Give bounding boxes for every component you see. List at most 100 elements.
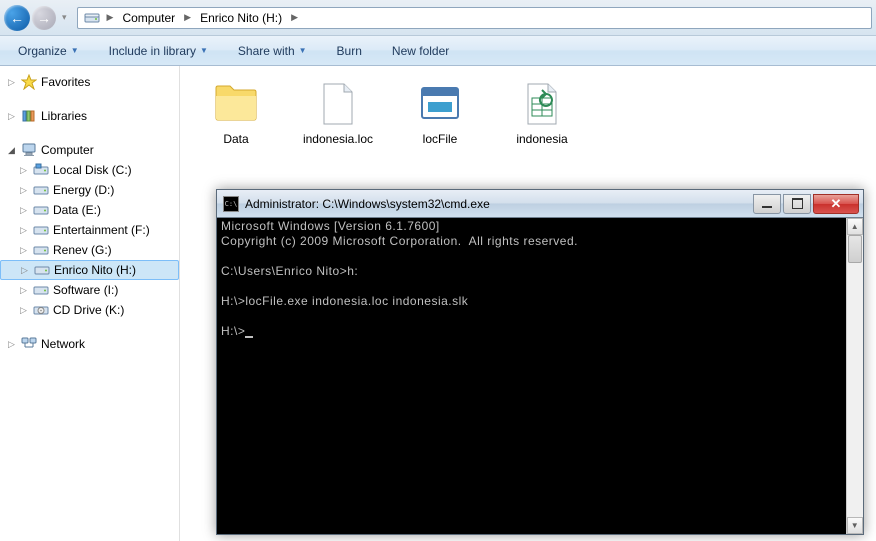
expand-icon[interactable]: ▷ — [19, 265, 30, 276]
drive-icon — [34, 262, 50, 278]
file-indonesia-loc[interactable]: indonesia.loc — [302, 80, 374, 146]
drive-g[interactable]: ▷ Renev (G:) — [0, 240, 179, 260]
drive-icon — [33, 182, 49, 198]
libraries-label: Libraries — [41, 109, 87, 123]
document-icon — [314, 80, 362, 128]
arrow-left-icon: ← — [10, 10, 24, 26]
breadcrumb: Computer ▶ Enrico Nito (H:) ▶ — [116, 8, 301, 28]
computer-node[interactable]: ◢ Computer — [0, 140, 179, 160]
dropdown-icon: ▼ — [71, 46, 79, 55]
expand-icon[interactable]: ▷ — [6, 339, 17, 350]
favorites-node[interactable]: ▷ Favorites — [0, 72, 179, 92]
drive-label: Entertainment (F:) — [53, 223, 150, 237]
drive-label: Renev (G:) — [53, 243, 112, 257]
cmd-line: C:\Users\Enrico Nito>h: — [221, 264, 358, 278]
organize-label: Organize — [18, 44, 67, 58]
cd-drive-icon — [33, 302, 49, 318]
star-icon — [21, 74, 37, 90]
burn-label: Burn — [337, 44, 362, 58]
drive-h[interactable]: ▷ Enrico Nito (H:) — [0, 260, 179, 280]
cmd-title: Administrator: C:\Windows\system32\cmd.e… — [245, 197, 753, 211]
cmd-prompt: H:\> — [221, 324, 245, 338]
libraries-icon — [21, 108, 37, 124]
expand-icon[interactable]: ▷ — [18, 225, 29, 236]
network-label: Network — [41, 337, 85, 351]
network-icon — [21, 336, 37, 352]
files-container: Data indonesia.loc locFile indonesia — [200, 80, 856, 146]
scroll-down-button[interactable]: ▼ — [847, 517, 863, 534]
cmd-icon: C:\ — [223, 196, 239, 212]
file-data-folder[interactable]: Data — [200, 80, 272, 146]
drive-label: Enrico Nito (H:) — [54, 263, 136, 277]
drive-label: Data (E:) — [53, 203, 101, 217]
include-library-button[interactable]: Include in library▼ — [101, 40, 216, 62]
scroll-track[interactable] — [847, 235, 863, 517]
burn-button[interactable]: Burn — [329, 40, 370, 62]
nav-history-dropdown[interactable]: ▾ — [62, 12, 67, 23]
file-indonesia-slk[interactable]: indonesia — [506, 80, 578, 146]
application-icon — [416, 80, 464, 128]
expand-icon[interactable]: ▷ — [18, 285, 29, 296]
drive-f[interactable]: ▷ Entertainment (F:) — [0, 220, 179, 240]
cmd-window[interactable]: C:\ Administrator: C:\Windows\system32\c… — [216, 189, 864, 535]
scroll-thumb[interactable] — [848, 235, 862, 263]
breadcrumb-separator[interactable]: ▶ — [181, 12, 194, 23]
cmd-scrollbar[interactable]: ▲ ▼ — [846, 218, 863, 534]
spreadsheet-icon — [518, 80, 566, 128]
share-button[interactable]: Share with▼ — [230, 40, 315, 62]
drive-e[interactable]: ▷ Data (E:) — [0, 200, 179, 220]
file-locfile-exe[interactable]: locFile — [404, 80, 476, 146]
computer-icon — [21, 142, 37, 158]
file-label: indonesia.loc — [303, 132, 373, 146]
drive-icon — [33, 162, 49, 178]
breadcrumb-separator[interactable]: ▶ — [288, 12, 301, 23]
cmd-output[interactable]: Microsoft Windows [Version 6.1.7600] Cop… — [217, 218, 863, 534]
collapse-icon[interactable]: ◢ — [6, 145, 17, 156]
drive-label: Software (I:) — [53, 283, 118, 297]
breadcrumb-computer[interactable]: Computer — [116, 8, 181, 28]
drive-icon — [33, 282, 49, 298]
file-label: Data — [223, 132, 248, 146]
address-bar[interactable]: ▶ Computer ▶ Enrico Nito (H:) ▶ — [77, 7, 872, 29]
drive-icon — [33, 202, 49, 218]
cmd-line: Microsoft Windows [Version 6.1.7600] — [221, 219, 440, 233]
expand-icon[interactable]: ▷ — [18, 205, 29, 216]
drive-k[interactable]: ▷ CD Drive (K:) — [0, 300, 179, 320]
file-label: indonesia — [516, 132, 567, 146]
toolbar: Organize ▼ Include in library▼ Share with… — [0, 36, 876, 66]
expand-icon[interactable]: ▷ — [18, 245, 29, 256]
newfolder-label: New folder — [392, 44, 449, 58]
organize-button[interactable]: Organize ▼ — [10, 40, 87, 62]
minimize-button[interactable] — [753, 194, 781, 214]
expand-icon[interactable]: ▷ — [18, 185, 29, 196]
folder-icon — [212, 80, 260, 128]
nav-forward-button[interactable]: → — [32, 6, 56, 30]
include-label: Include in library — [109, 44, 196, 58]
network-node[interactable]: ▷ Network — [0, 334, 179, 354]
expand-icon[interactable]: ▷ — [6, 111, 17, 122]
new-folder-button[interactable]: New folder — [384, 40, 457, 62]
libraries-node[interactable]: ▷ Libraries — [0, 106, 179, 126]
breadcrumb-separator[interactable]: ▶ — [104, 12, 117, 23]
navigation-pane: ▷ Favorites ▷ Libraries ◢ Computer ▷ Loc… — [0, 66, 180, 541]
scroll-up-button[interactable]: ▲ — [847, 218, 863, 235]
drive-i[interactable]: ▷ Software (I:) — [0, 280, 179, 300]
expand-icon[interactable]: ▷ — [18, 305, 29, 316]
favorites-label: Favorites — [41, 75, 90, 89]
share-label: Share with — [238, 44, 295, 58]
navigation-bar: ← → ▾ ▶ Computer ▶ Enrico Nito (H:) ▶ — [0, 0, 876, 36]
breadcrumb-drive[interactable]: Enrico Nito (H:) — [194, 8, 288, 28]
expand-icon[interactable]: ▷ — [6, 77, 17, 88]
close-button[interactable]: ✕ — [813, 194, 859, 214]
drive-icon — [33, 242, 49, 258]
drive-label: Energy (D:) — [53, 183, 114, 197]
drive-c[interactable]: ▷ Local Disk (C:) — [0, 160, 179, 180]
expand-icon[interactable]: ▷ — [18, 165, 29, 176]
nav-back-button[interactable]: ← — [4, 5, 30, 31]
cursor — [245, 336, 253, 338]
maximize-button[interactable] — [783, 194, 811, 214]
cmd-titlebar[interactable]: C:\ Administrator: C:\Windows\system32\c… — [217, 190, 863, 218]
arrow-right-icon: → — [37, 10, 51, 26]
drive-d[interactable]: ▷ Energy (D:) — [0, 180, 179, 200]
computer-label: Computer — [41, 143, 94, 157]
